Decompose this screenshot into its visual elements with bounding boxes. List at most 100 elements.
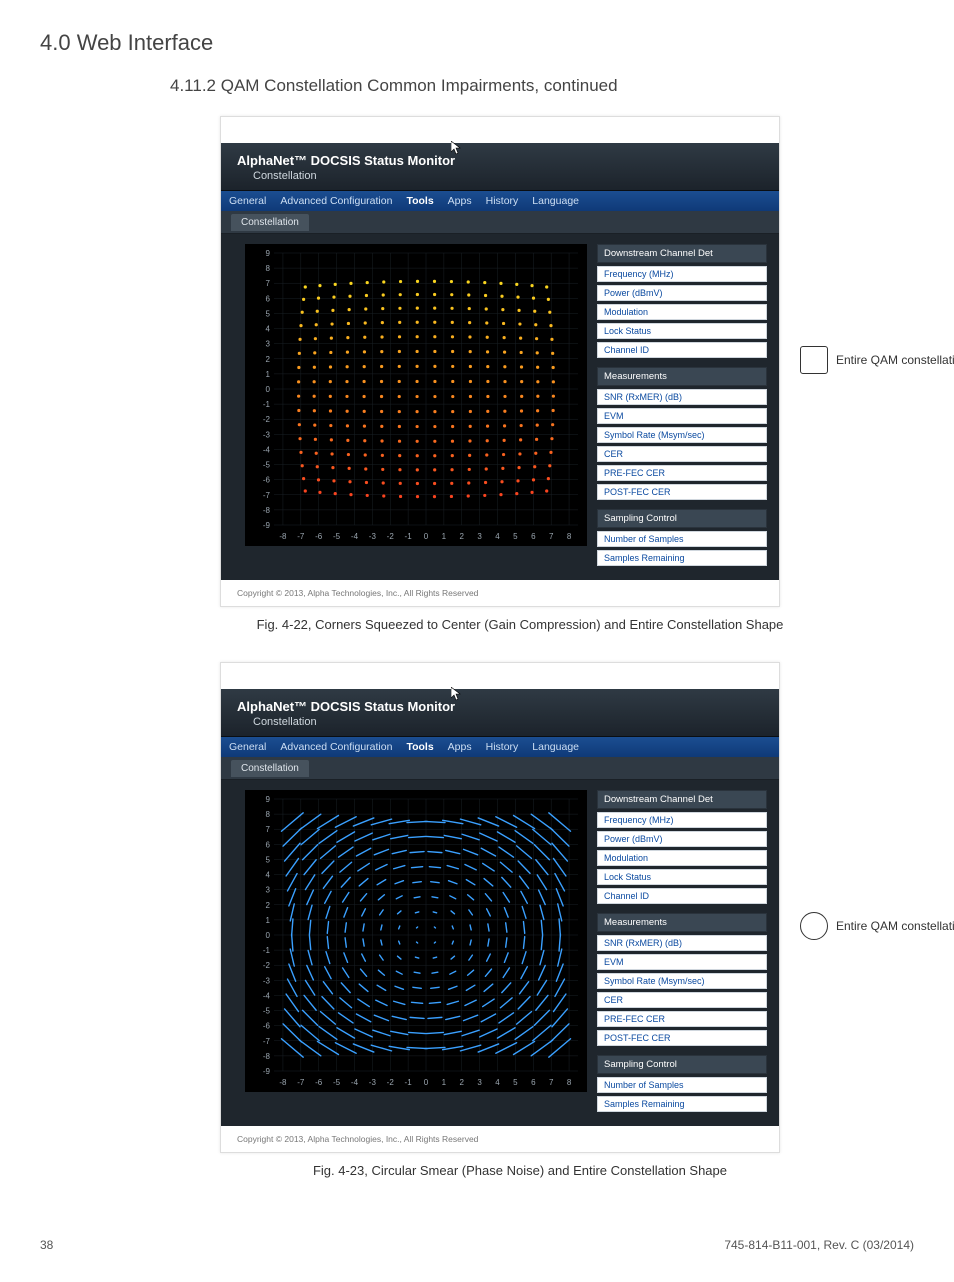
svg-text:-7: -7 bbox=[297, 1078, 305, 1087]
svg-text:-8: -8 bbox=[279, 1078, 287, 1087]
app-subtitle: Constellation bbox=[253, 716, 763, 736]
figure-4-23: AlphaNet™ DOCSIS Status Monitor Constell… bbox=[220, 662, 914, 1178]
svg-text:-4: -4 bbox=[351, 532, 359, 541]
svg-text:-2: -2 bbox=[263, 961, 271, 970]
svg-text:8: 8 bbox=[567, 532, 572, 541]
svg-text:-1: -1 bbox=[263, 946, 271, 955]
svg-text:-2: -2 bbox=[387, 1078, 395, 1087]
svg-text:5: 5 bbox=[513, 532, 518, 541]
svg-text:-5: -5 bbox=[263, 1007, 271, 1016]
tab-constellation[interactable]: Constellation bbox=[231, 214, 309, 231]
svg-text:7: 7 bbox=[549, 532, 554, 541]
menubar[interactable]: General Advanced Configuration Tools App… bbox=[221, 191, 779, 211]
panel-item: Lock Status bbox=[597, 323, 767, 339]
side-panels: Downstream Channel Det Frequency (MHz) P… bbox=[597, 790, 767, 1112]
svg-text:7: 7 bbox=[266, 279, 271, 288]
figure-4-22: AlphaNet™ DOCSIS Status Monitor Constell… bbox=[220, 116, 914, 632]
svg-text:2: 2 bbox=[460, 1078, 465, 1087]
menu-advanced[interactable]: Advanced Configuration bbox=[280, 741, 392, 753]
menu-history[interactable]: History bbox=[486, 195, 519, 207]
svg-text:3: 3 bbox=[266, 340, 271, 349]
body-area: -8-7-6-5-4-3-2-1012345678-9-8-7-6-5-4-3-… bbox=[221, 234, 779, 580]
panel-item: PRE-FEC CER bbox=[597, 1011, 767, 1027]
svg-text:9: 9 bbox=[266, 249, 271, 258]
svg-text:6: 6 bbox=[266, 840, 271, 849]
panel-item: PRE-FEC CER bbox=[597, 465, 767, 481]
svg-text:-9: -9 bbox=[263, 1067, 271, 1076]
menu-language[interactable]: Language bbox=[532, 741, 579, 753]
body-area: -8-7-6-5-4-3-2-1012345678-9-8-7-6-5-4-3-… bbox=[221, 780, 779, 1126]
svg-text:-4: -4 bbox=[263, 445, 271, 454]
svg-text:-8: -8 bbox=[279, 532, 287, 541]
panel-meas-header: Measurements bbox=[597, 913, 767, 932]
panel-item: Modulation bbox=[597, 850, 767, 866]
panel-sampling-header: Sampling Control bbox=[597, 509, 767, 528]
callout: Entire QAM constellation bbox=[800, 346, 954, 374]
svg-text:-5: -5 bbox=[333, 1078, 341, 1087]
menu-advanced[interactable]: Advanced Configuration bbox=[280, 195, 392, 207]
panel-item: Frequency (MHz) bbox=[597, 266, 767, 282]
svg-text:-2: -2 bbox=[263, 415, 271, 424]
svg-text:0: 0 bbox=[424, 1078, 429, 1087]
panel-item: EVM bbox=[597, 408, 767, 424]
svg-text:-5: -5 bbox=[263, 461, 271, 470]
panel-item: POST-FEC CER bbox=[597, 484, 767, 500]
menu-general[interactable]: General bbox=[229, 741, 266, 753]
svg-text:-8: -8 bbox=[263, 1052, 271, 1061]
screenshot: AlphaNet™ DOCSIS Status Monitor Constell… bbox=[220, 662, 780, 1153]
svg-text:2: 2 bbox=[266, 355, 271, 364]
svg-text:1: 1 bbox=[266, 370, 271, 379]
panel-item: Samples Remaining bbox=[597, 550, 767, 566]
panel-item: Power (dBmV) bbox=[597, 285, 767, 301]
app-subtitle: Constellation bbox=[253, 170, 763, 190]
svg-text:2: 2 bbox=[460, 532, 465, 541]
constellation-plot: -8-7-6-5-4-3-2-1012345678-9-8-7-6-5-4-3-… bbox=[245, 244, 587, 546]
panel-item: SNR (RxMER) (dB) bbox=[597, 389, 767, 405]
svg-text:-7: -7 bbox=[263, 491, 271, 500]
svg-text:5: 5 bbox=[266, 309, 271, 318]
svg-text:-3: -3 bbox=[369, 1078, 377, 1087]
panel-item: CER bbox=[597, 446, 767, 462]
screenshot: AlphaNet™ DOCSIS Status Monitor Constell… bbox=[220, 116, 780, 607]
svg-text:-7: -7 bbox=[297, 532, 305, 541]
menu-general[interactable]: General bbox=[229, 195, 266, 207]
svg-text:-6: -6 bbox=[315, 1078, 323, 1087]
section-heading: 4.0 Web Interface bbox=[40, 30, 914, 56]
doc-id: 745-814-B11-001, Rev. C (03/2014) bbox=[724, 1238, 914, 1252]
svg-text:1: 1 bbox=[266, 916, 271, 925]
menu-tools[interactable]: Tools bbox=[406, 741, 433, 753]
menubar[interactable]: General Advanced Configuration Tools App… bbox=[221, 737, 779, 757]
svg-text:8: 8 bbox=[266, 810, 271, 819]
callout-shape-circle bbox=[800, 912, 828, 940]
menu-language[interactable]: Language bbox=[532, 195, 579, 207]
svg-text:1: 1 bbox=[442, 1078, 447, 1087]
constellation-plot: -8-7-6-5-4-3-2-1012345678-9-8-7-6-5-4-3-… bbox=[245, 790, 587, 1092]
svg-text:3: 3 bbox=[477, 532, 482, 541]
panel-item: Symbol Rate (Msym/sec) bbox=[597, 427, 767, 443]
panel-item: EVM bbox=[597, 954, 767, 970]
copyright: Copyright © 2013, Alpha Technologies, In… bbox=[237, 580, 763, 598]
panel-channel-header: Downstream Channel Det bbox=[597, 790, 767, 809]
svg-text:4: 4 bbox=[495, 1078, 500, 1087]
svg-text:8: 8 bbox=[266, 264, 271, 273]
svg-text:7: 7 bbox=[549, 1078, 554, 1087]
panel-item: Lock Status bbox=[597, 869, 767, 885]
panel-item: Channel ID bbox=[597, 342, 767, 358]
menu-apps[interactable]: Apps bbox=[448, 741, 472, 753]
figure-caption: Fig. 4-22, Corners Squeezed to Center (G… bbox=[170, 617, 870, 632]
menu-apps[interactable]: Apps bbox=[448, 195, 472, 207]
page-number: 38 bbox=[40, 1238, 53, 1252]
menu-history[interactable]: History bbox=[486, 741, 519, 753]
tab-constellation[interactable]: Constellation bbox=[231, 760, 309, 777]
svg-text:4: 4 bbox=[266, 871, 271, 880]
callout: Entire QAM constellation bbox=[800, 912, 954, 940]
svg-text:-9: -9 bbox=[263, 521, 271, 530]
svg-text:3: 3 bbox=[266, 886, 271, 895]
panel-item: POST-FEC CER bbox=[597, 1030, 767, 1046]
menu-tools[interactable]: Tools bbox=[406, 195, 433, 207]
svg-text:-6: -6 bbox=[263, 1022, 271, 1031]
svg-text:-6: -6 bbox=[315, 532, 323, 541]
copyright: Copyright © 2013, Alpha Technologies, In… bbox=[237, 1126, 763, 1144]
svg-text:6: 6 bbox=[531, 1078, 536, 1087]
app-title: AlphaNet™ DOCSIS Status Monitor bbox=[237, 699, 455, 714]
